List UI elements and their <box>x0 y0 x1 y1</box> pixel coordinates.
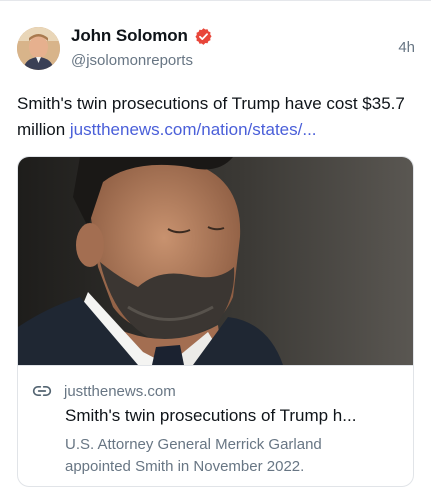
avatar-photo-icon <box>17 27 60 70</box>
link-preview-card[interactable]: justthenews.com Smith's twin prosecution… <box>17 156 414 487</box>
display-name[interactable]: John Solomon <box>71 26 188 46</box>
post-link[interactable]: justthenews.com/nation/states/... <box>70 120 317 139</box>
verified-badge-icon <box>195 27 212 45</box>
card-domain: justthenews.com <box>64 382 176 400</box>
name-row: John Solomon <box>71 25 213 47</box>
card-body: justthenews.com Smith's twin prosecution… <box>18 365 413 486</box>
post[interactable]: John Solomon @jsolomonreports 4h Smith's… <box>0 0 431 500</box>
avatar[interactable] <box>17 27 60 70</box>
card-image <box>18 157 413 365</box>
link-icon <box>32 386 52 396</box>
post-header: John Solomon @jsolomonreports 4h <box>17 25 415 73</box>
card-domain-row: justthenews.com <box>32 381 176 401</box>
card-title[interactable]: Smith's twin prosecutions of Trump h... <box>65 406 405 426</box>
post-timestamp[interactable]: 4h <box>398 39 415 56</box>
handle[interactable]: @jsolomonreports <box>71 52 193 69</box>
post-text: Smith's twin prosecutions of Trump have … <box>17 91 417 143</box>
card-description: U.S. Attorney General Merrick Garland ap… <box>65 436 322 475</box>
